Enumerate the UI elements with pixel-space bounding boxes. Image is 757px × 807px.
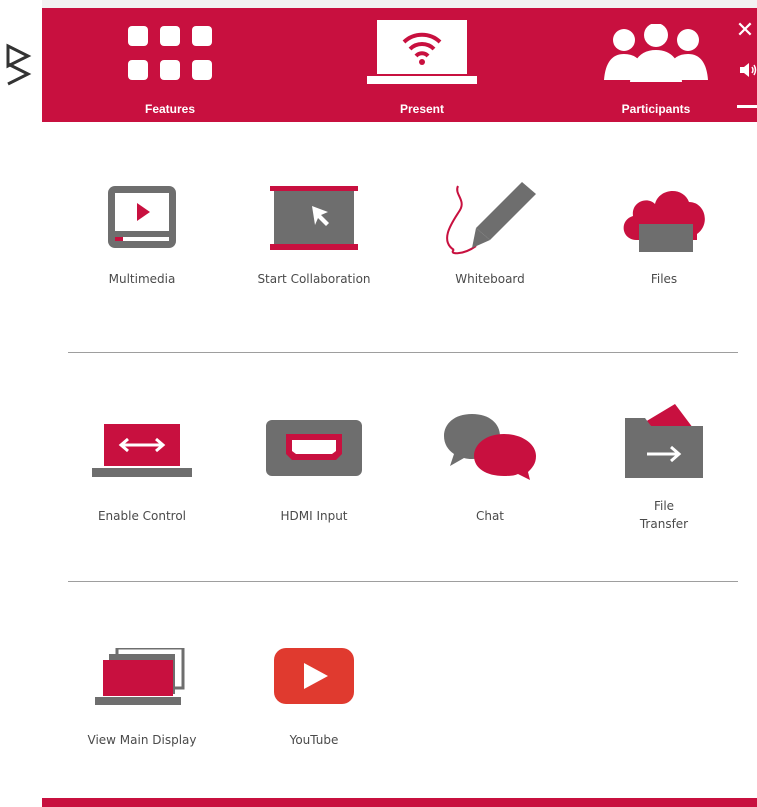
feature-chat[interactable]: Chat <box>410 408 570 528</box>
feature-label: Start Collaboration <box>257 272 371 286</box>
pencil-icon <box>446 182 536 255</box>
folder-arrow-icon <box>625 404 703 478</box>
wireless-laptop-icon <box>367 20 477 84</box>
feature-youtube[interactable]: YouTube <box>234 640 394 760</box>
tab-participants[interactable]: Participants <box>590 8 722 122</box>
feature-enable-control[interactable]: Enable Control <box>62 408 222 528</box>
laptop-arrows-icon <box>92 424 192 477</box>
chat-bubbles-icon <box>444 414 536 480</box>
feature-label: View Main Display <box>87 733 197 747</box>
feature-multimedia[interactable]: Multimedia <box>62 178 222 298</box>
tab-participants-label: Participants <box>621 102 691 116</box>
close-button[interactable]: ✕ <box>735 20 755 42</box>
youtube-icon <box>274 648 354 704</box>
laptop-screens-icon <box>95 648 185 705</box>
vs-logo-icon <box>6 43 32 86</box>
tab-features[interactable]: Features <box>104 8 236 122</box>
grid-icon <box>128 26 212 80</box>
feature-label: HDMI Input <box>280 509 348 523</box>
minimize-icon[interactable] <box>737 105 757 108</box>
volume-icon[interactable] <box>739 62 757 78</box>
feature-label: Chat <box>475 509 505 523</box>
people-icon <box>604 24 708 82</box>
feature-label: Files <box>650 272 678 286</box>
feature-view-main-display[interactable]: View Main Display <box>62 640 222 760</box>
feature-whiteboard[interactable]: Whiteboard <box>410 178 570 298</box>
features-panel: Features Present Participants ✕ Multimed… <box>42 8 757 807</box>
feature-file-transfer[interactable]: File Transfer <box>584 404 744 534</box>
tab-present[interactable]: Present <box>342 8 502 122</box>
hdmi-icon <box>266 420 362 476</box>
background-app-strip <box>0 0 42 807</box>
section-divider <box>68 581 738 582</box>
feature-label: Multimedia <box>108 272 176 286</box>
top-navigation-bar: Features Present Participants ✕ <box>42 8 757 122</box>
feature-hdmi-input[interactable]: HDMI Input <box>234 408 394 528</box>
tab-present-label: Present <box>399 102 445 116</box>
feature-label-line2: Transfer <box>639 517 689 531</box>
video-player-icon <box>108 186 176 248</box>
section-divider <box>68 352 738 353</box>
feature-label-line1: File <box>653 499 675 513</box>
feature-label: YouTube <box>289 733 339 747</box>
bottom-bar <box>42 798 757 807</box>
collaboration-pointer-icon <box>270 186 358 250</box>
tab-features-label: Features <box>144 102 196 116</box>
feature-start-collaboration[interactable]: Start Collaboration <box>234 178 394 298</box>
feature-label: Whiteboard <box>455 272 525 286</box>
feature-files[interactable]: Files <box>584 178 744 298</box>
feature-label: Enable Control <box>97 509 187 523</box>
cloud-files-icon <box>623 190 705 252</box>
